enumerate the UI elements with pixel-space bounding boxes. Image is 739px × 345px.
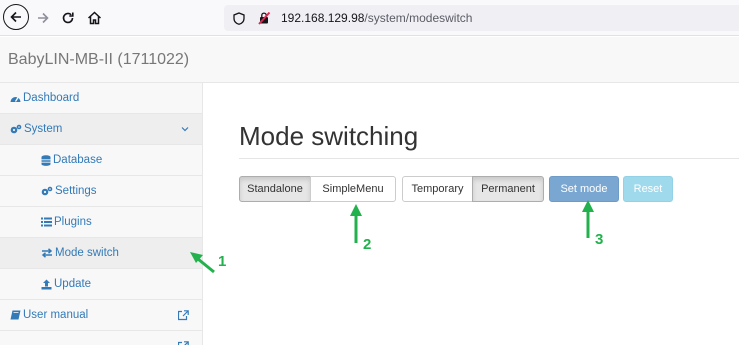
sidebar-item-label: Plugins — [54, 216, 92, 228]
sidebar-item-label: Database — [53, 154, 103, 166]
back-arrow-icon — [10, 11, 21, 23]
insecure-lock-icon[interactable] — [257, 11, 273, 25]
app-brand[interactable]: BabyLIN-MB-II (1711022) — [8, 51, 189, 69]
cogs-icon — [10, 124, 22, 134]
book-icon — [10, 310, 21, 320]
sidebar-item-system[interactable]: System — [0, 114, 202, 145]
sidebar-item-label: Update — [54, 278, 92, 290]
sidebar-item-partial[interactable] — [0, 331, 202, 345]
shield-icon[interactable] — [233, 11, 247, 25]
address-bar[interactable]: 192.168.129.98/system/modeswitch — [224, 5, 739, 31]
database-icon — [41, 154, 51, 166]
permanent-button[interactable]: Permanent — [472, 176, 544, 202]
sidebar-item-mode-switch[interactable]: Mode switch — [0, 238, 202, 269]
sidebar-item-label: User manual — [23, 309, 89, 321]
sidebar: Dashboard System Database Settings Plugi… — [0, 83, 203, 345]
home-button[interactable] — [84, 5, 104, 31]
chevron-down-icon — [181, 126, 189, 132]
sidebar-item-label: Settings — [55, 185, 97, 197]
page-title: Mode switching — [239, 121, 419, 151]
sidebar-item-label: Dashboard — [23, 92, 80, 104]
sidebar-item-database[interactable]: Database — [0, 145, 202, 176]
sidebar-item-update[interactable]: Update — [0, 269, 202, 300]
standalone-button[interactable]: Standalone — [239, 176, 311, 202]
annotation-label-2: 2 — [363, 236, 372, 253]
dashboard-icon — [10, 93, 21, 103]
url-path: /system/modeswitch — [364, 11, 473, 25]
exchange-icon — [41, 248, 53, 258]
sidebar-item-dashboard[interactable]: Dashboard — [0, 83, 202, 114]
set-mode-button[interactable]: Set mode — [549, 176, 619, 202]
sidebar-item-plugins[interactable]: Plugins — [0, 207, 202, 238]
app-navbar: BabyLIN-MB-II (1711022) — [0, 37, 739, 83]
list-icon — [41, 217, 52, 227]
annotation-label-3: 3 — [595, 231, 604, 248]
sidebar-item-label: Mode switch — [55, 247, 119, 259]
annotation-arrow-3 — [582, 200, 594, 238]
reload-button[interactable] — [58, 5, 78, 31]
browser-toolbar: 192.168.129.98/system/modeswitch — [0, 0, 739, 36]
temporary-button[interactable]: Temporary — [402, 176, 473, 202]
forward-button[interactable] — [33, 5, 53, 31]
simplemenu-button[interactable]: SimpleMenu — [310, 176, 396, 202]
cogs-icon — [41, 186, 53, 196]
back-button[interactable] — [3, 4, 29, 30]
forward-arrow-icon — [38, 12, 49, 24]
title-divider — [239, 158, 739, 159]
external-link-icon — [178, 340, 189, 345]
sidebar-item-label: System — [24, 123, 63, 135]
annotation-label-1: 1 — [218, 253, 227, 270]
sidebar-item-settings[interactable]: Settings — [0, 176, 202, 207]
reset-button[interactable]: Reset — [623, 176, 673, 202]
home-icon — [87, 11, 101, 25]
external-link-icon — [178, 309, 189, 321]
reload-icon — [62, 12, 74, 24]
sidebar-item-user-manual[interactable]: User manual — [0, 300, 202, 331]
upload-icon — [41, 279, 52, 290]
annotation-arrow-2 — [350, 204, 362, 243]
url-host: 192.168.129.98 — [281, 11, 365, 25]
